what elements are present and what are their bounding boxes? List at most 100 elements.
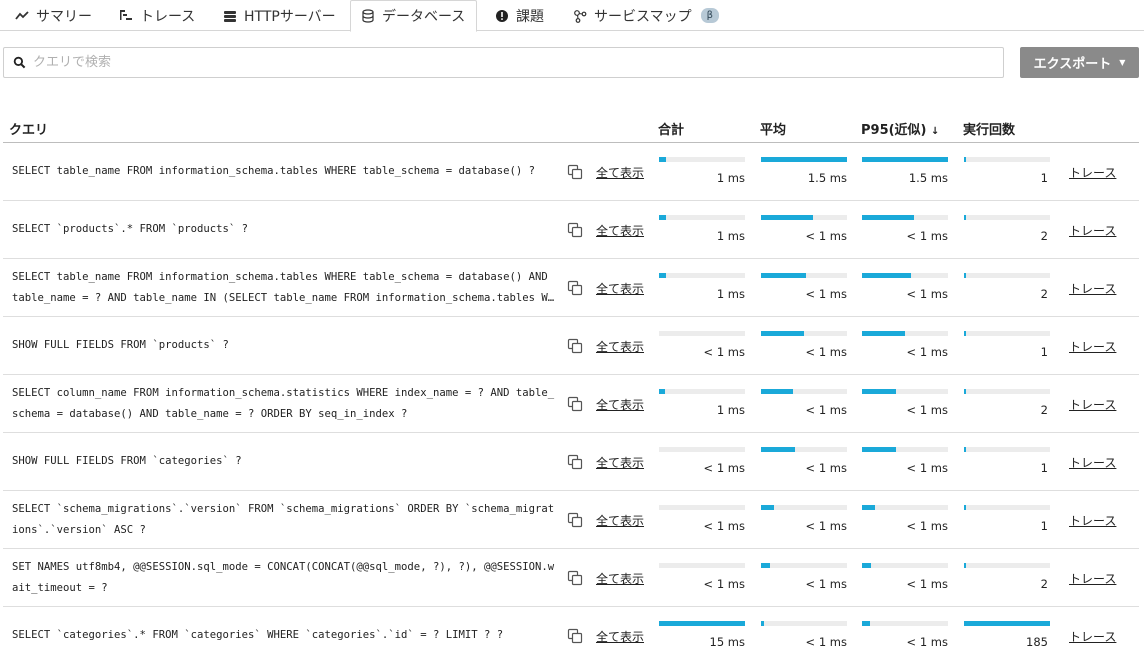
metric-value: < 1 ms: [805, 345, 847, 359]
show-all-link[interactable]: 全て表示: [596, 280, 644, 297]
metric-bar-track: [964, 505, 1050, 510]
metric-p95: < 1 ms: [862, 273, 948, 301]
metric-count: 185: [964, 621, 1050, 649]
metric-total: 1 ms: [659, 157, 745, 185]
header-count[interactable]: 実行回数: [963, 119, 1015, 138]
tab-http-server[interactable]: HTTPサーバー: [213, 0, 346, 31]
show-all-link[interactable]: 全て表示: [596, 512, 644, 529]
tab-summary[interactable]: サマリー: [5, 0, 102, 31]
metric-value: 1.5 ms: [807, 171, 847, 185]
trace-link[interactable]: トレース: [1069, 280, 1116, 297]
show-all-link[interactable]: 全て表示: [596, 454, 644, 471]
table-row: SELECT `schema_migrations`.`version` FRO…: [3, 491, 1139, 549]
metric-avg: < 1 ms: [761, 215, 847, 243]
copy-icon[interactable]: [567, 570, 583, 586]
copy-icon[interactable]: [567, 280, 583, 296]
metric-bar-fill: [761, 157, 847, 162]
query-search-box[interactable]: [3, 47, 1004, 78]
query-text: SELECT column_name FROM information_sche…: [12, 375, 560, 432]
metric-bar-fill: [659, 215, 666, 220]
metric-bar-track: [761, 563, 847, 568]
query-text-content: SELECT `categories`.* FROM `categories` …: [12, 629, 504, 641]
export-button[interactable]: エクスポート ▼: [1020, 47, 1139, 78]
query-text: SELECT `products`.* FROM `products` ?: [12, 201, 560, 258]
query-text-content: SELECT column_name FROM information_sche…: [12, 386, 555, 420]
copy-icon[interactable]: [567, 512, 583, 528]
header-avg[interactable]: 平均: [760, 119, 786, 138]
metric-bar-fill: [862, 389, 896, 394]
metric-bar-track: [659, 273, 745, 278]
metric-value: 2: [1040, 403, 1048, 417]
trace-link[interactable]: トレース: [1069, 512, 1116, 529]
tab-database[interactable]: データベース: [350, 0, 477, 32]
query-text: SELECT table_name FROM information_schem…: [12, 143, 560, 200]
trace-link[interactable]: トレース: [1069, 570, 1116, 587]
copy-icon[interactable]: [567, 396, 583, 412]
metric-bar-track: [659, 621, 745, 626]
metric-value: < 1 ms: [906, 519, 948, 533]
metric-bar-track: [964, 273, 1050, 278]
metric-total: < 1 ms: [659, 563, 745, 591]
query-text: SHOW FULL FIELDS FROM `products` ?: [12, 317, 560, 374]
metric-bar-fill: [862, 215, 914, 220]
search-input[interactable]: [33, 48, 1003, 77]
show-all-link[interactable]: 全て表示: [596, 338, 644, 355]
query-text-content: SELECT table_name FROM information_schem…: [12, 270, 555, 304]
show-all-link[interactable]: 全て表示: [596, 164, 644, 181]
metric-value: 1 ms: [716, 171, 745, 185]
metric-p95: < 1 ms: [862, 389, 948, 417]
query-text-content: SHOW FULL FIELDS FROM `products` ?: [12, 339, 229, 351]
metric-p95: < 1 ms: [862, 331, 948, 359]
trace-link[interactable]: トレース: [1069, 628, 1116, 645]
tab-issues[interactable]: 課題: [485, 0, 554, 31]
copy-icon[interactable]: [567, 454, 583, 470]
metric-bar-fill: [761, 215, 813, 220]
sort-arrow-icon: ↓: [931, 126, 940, 137]
header-total[interactable]: 合計: [658, 119, 684, 138]
metric-bar-track: [761, 621, 847, 626]
metric-value: 1 ms: [716, 229, 745, 243]
trace-link[interactable]: トレース: [1069, 396, 1116, 413]
copy-icon[interactable]: [567, 164, 583, 180]
table-row: SET NAMES utf8mb4, @@SESSION.sql_mode = …: [3, 549, 1139, 607]
copy-icon[interactable]: [567, 628, 583, 644]
metric-value: < 1 ms: [805, 461, 847, 475]
show-all-link[interactable]: 全て表示: [596, 628, 644, 645]
metric-bar-track: [964, 621, 1050, 626]
trace-link[interactable]: トレース: [1069, 222, 1116, 239]
metric-value: < 1 ms: [906, 403, 948, 417]
header-p95[interactable]: P95(近似) ↓: [861, 119, 939, 138]
tab-label: サービスマップ: [594, 8, 692, 25]
metric-count: 2: [964, 215, 1050, 243]
metric-bar-fill: [964, 505, 966, 510]
metric-bar-track: [862, 389, 948, 394]
metric-count: 2: [964, 273, 1050, 301]
metric-avg: < 1 ms: [761, 447, 847, 475]
metric-value: < 1 ms: [703, 461, 745, 475]
metric-value: 2: [1040, 577, 1048, 591]
trace-link[interactable]: トレース: [1069, 164, 1116, 181]
trace-link[interactable]: トレース: [1069, 454, 1116, 471]
metric-value: < 1 ms: [805, 519, 847, 533]
trace-link[interactable]: トレース: [1069, 338, 1116, 355]
show-all-link[interactable]: 全て表示: [596, 396, 644, 413]
metric-value: 1: [1040, 519, 1048, 533]
trace-icon: [119, 9, 133, 23]
metric-bar-fill: [659, 157, 666, 162]
metric-count: 1: [964, 447, 1050, 475]
metric-bar-track: [659, 505, 745, 510]
copy-icon[interactable]: [567, 338, 583, 354]
copy-icon[interactable]: [567, 222, 583, 238]
show-all-link[interactable]: 全て表示: [596, 570, 644, 587]
query-text-content: SELECT `products`.* FROM `products` ?: [12, 223, 248, 235]
show-all-link[interactable]: 全て表示: [596, 222, 644, 239]
metric-value: < 1 ms: [805, 577, 847, 591]
metric-bar-track: [964, 157, 1050, 162]
tab-service-map[interactable]: サービスマップ β: [563, 0, 729, 31]
metric-count: 1: [964, 331, 1050, 359]
database-icon: [361, 9, 375, 23]
metric-total: 1 ms: [659, 389, 745, 417]
metric-value: < 1 ms: [906, 287, 948, 301]
header-query[interactable]: クエリ: [9, 119, 48, 138]
tab-traces[interactable]: トレース: [109, 0, 205, 31]
